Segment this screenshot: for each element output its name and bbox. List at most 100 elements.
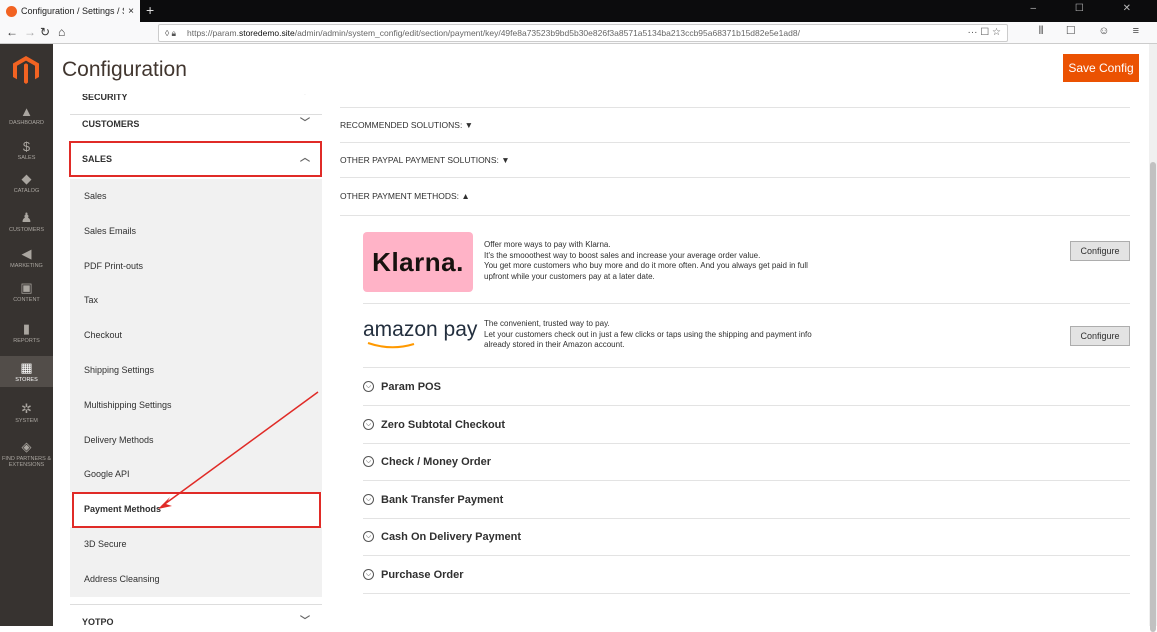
payment-section-label: Bank Transfer Payment: [381, 493, 504, 506]
other-payment-methods-toggle[interactable]: OTHER PAYMENT METHODS: ▲: [340, 178, 1130, 216]
nav-item-customers[interactable]: ♟ CUSTOMERS: [0, 206, 53, 237]
section-label: CUSTOMERS: [82, 119, 140, 129]
sales-item-multishipping-settings[interactable]: Multishipping Settings: [70, 387, 322, 423]
sales-icon: $: [22, 139, 31, 154]
magento-logo-icon[interactable]: [13, 56, 39, 84]
window-controls[interactable]: – ☐ ✕: [1031, 3, 1149, 14]
browser-nav-bar: ← → ↻ ⌂ ◊ 🔒︎ https://param.storedemo.sit…: [0, 22, 1157, 44]
klarna-row: Klarna. Offer more ways to pay with Klar…: [363, 216, 1130, 304]
payment-section-bank-transfer-payment[interactable]: ⌵ Bank Transfer Payment: [363, 481, 1130, 519]
sales-item-sales[interactable]: Sales: [70, 179, 322, 214]
sales-item-sales-emails[interactable]: Sales Emails: [70, 213, 322, 249]
section-label: SECURITY: [82, 94, 128, 102]
sales-item-google-api[interactable]: Google API: [70, 457, 322, 493]
nav-item-label: SYSTEM: [15, 418, 38, 424]
url-domain: storedemo.site: [238, 28, 295, 38]
url-bar[interactable]: ◊ 🔒︎ https://param.storedemo.site/admin/…: [158, 24, 1008, 42]
payment-section-label: Cash On Delivery Payment: [381, 531, 522, 544]
admin-sidebar: ▲ DASHBOARD $ SALES ◆ CATALOG ♟ CUSTOMERS ◀ MARKE…: [0, 44, 53, 626]
tab-title: Configuration / Settings / Store: [21, 6, 124, 16]
browser-tab-bar: Configuration / Settings / Store × + – ☐…: [0, 0, 1157, 22]
save-config-button[interactable]: Save Config: [1063, 54, 1139, 82]
payment-section-check-money-order[interactable]: ⌵ Check / Money Order: [363, 443, 1130, 482]
recommended-solutions-toggle[interactable]: RECOMMENDED SOLUTIONS: ▼: [340, 108, 1130, 143]
desc-line: already stored in their Amazon account.: [484, 340, 625, 349]
payment-methods-content: RECOMMENDED SOLUTIONS: ▼ OTHER PAYPAL PA…: [340, 94, 1130, 626]
klarna-configure-button[interactable]: Configure: [1070, 241, 1130, 261]
page-title: Configuration: [62, 58, 187, 81]
catalog-icon: ◆: [21, 171, 32, 186]
payment-section-param-pos[interactable]: ⌵ Param POS: [363, 368, 1130, 406]
section-yotpo[interactable]: YOTPO ﹀: [70, 604, 322, 626]
amazon-pay-row: amazon pay The convenient, trusted way t…: [363, 304, 1130, 368]
nav-item-sales[interactable]: $ SALES: [0, 135, 53, 165]
expand-circle-icon: ⌵: [363, 456, 374, 468]
sales-highlight-box: [69, 141, 322, 177]
chevron-down-icon: ﹀: [300, 118, 310, 129]
url-action-icons[interactable]: ··· ☐ ☆: [968, 25, 1001, 41]
marketing-icon: ◀: [21, 246, 32, 261]
desc-line: It's the smooothest way to boost sales a…: [484, 250, 761, 260]
nav-item-label: MARKETING: [10, 263, 43, 269]
sales-item-shipping-settings[interactable]: Shipping Settings: [70, 353, 322, 388]
new-tab-button[interactable]: +: [146, 2, 154, 18]
nav-item-label: SALES: [17, 155, 36, 161]
nav-item-label: REPORTS: [13, 338, 40, 344]
expand-circle-icon: ⌵: [363, 381, 374, 392]
nav-item-marketing[interactable]: ◀ MARKETING: [0, 242, 53, 273]
nav-item-find[interactable]: ◈ FIND PARTNERS & EXTENSIONS: [0, 435, 53, 472]
forward-icon[interactable]: →: [24, 25, 36, 39]
nav-item-label: CUSTOMERS: [8, 227, 45, 233]
nav-item-dashboard[interactable]: ▲ DASHBOARD: [0, 100, 53, 130]
payment-section-purchase-order[interactable]: ⌵ Purchase Order: [363, 556, 1130, 594]
stores-icon: ▦: [20, 360, 33, 375]
sales-item-checkout[interactable]: Checkout: [70, 318, 322, 354]
payment-section-zero-subtotal-checkout[interactable]: ⌵ Zero Subtotal Checkout: [363, 406, 1130, 444]
payment-section-label: Zero Subtotal Checkout: [381, 418, 506, 431]
payment-section-cash-on-delivery-payment[interactable]: ⌵ Cash On Delivery Payment: [363, 518, 1130, 557]
amazon-configure-button[interactable]: Configure: [1070, 326, 1130, 346]
toolbar-icons[interactable]: ⫴ ☐ ☺ ≡: [1039, 25, 1149, 38]
nav-item-label: DASHBOARD: [9, 120, 44, 126]
nav-item-label: CONTENT: [13, 297, 40, 303]
nav-item-label: FIND PARTNERS & EXTENSIONS: [2, 456, 51, 468]
sales-item-tax[interactable]: Tax: [70, 283, 322, 319]
sales-item-pdf-print-outs[interactable]: PDF Print-outs: [70, 248, 322, 284]
browser-tab[interactable]: Configuration / Settings / Store ×: [0, 0, 140, 22]
sales-item-address-cleansing[interactable]: Address Cleansing: [70, 561, 322, 597]
desc-line: Let your customers check out in just a f…: [484, 329, 812, 339]
back-icon[interactable]: ←: [6, 25, 18, 39]
home-icon[interactable]: ⌂: [58, 25, 65, 39]
nav-item-system[interactable]: ✲ SYSTEM: [0, 397, 53, 428]
nav-item-stores[interactable]: ▦ STORES: [0, 356, 53, 387]
amazon-description: The convenient, trusted way to pay. Let …: [484, 319, 812, 351]
chevron-down-icon: ﹀: [300, 616, 310, 626]
expand-circle-icon: ⌵: [363, 418, 374, 430]
reload-icon[interactable]: ↻: [40, 25, 50, 39]
section-customers[interactable]: CUSTOMERS ﹀: [70, 107, 322, 142]
amazon-pay-logo: amazon pay: [363, 318, 477, 354]
section-label: YOTPO: [82, 617, 114, 626]
customers-icon: ♟: [20, 210, 33, 225]
payment-section-label: Purchase Order: [381, 569, 464, 581]
find-icon: ◈: [21, 439, 32, 454]
amazon-smile-icon: [367, 342, 415, 349]
sales-item-3d-secure[interactable]: 3D Secure: [70, 527, 322, 562]
klarna-description: Offer more ways to pay with Klarna. It's…: [484, 240, 808, 282]
expand-circle-icon: ⌵: [363, 493, 374, 505]
page-scrollbar[interactable]: [1149, 44, 1157, 632]
sales-item-delivery-methods[interactable]: Delivery Methods: [70, 422, 322, 458]
other-paypal-toggle[interactable]: OTHER PAYPAL PAYMENT SOLUTIONS: ▼: [340, 143, 1130, 178]
tab-close-icon[interactable]: ×: [128, 6, 134, 17]
nav-item-reports[interactable]: ▮ REPORTS: [0, 317, 53, 348]
dashboard-icon: ▲: [20, 104, 33, 119]
system-icon: ✲: [21, 401, 32, 416]
nav-item-content[interactable]: ▣ CONTENT: [0, 276, 53, 307]
payment-methods-highlight-box: [72, 492, 321, 528]
scrollbar-thumb[interactable]: [1150, 162, 1156, 632]
nav-item-catalog[interactable]: ◆ CATALOG: [0, 167, 53, 198]
magento-favicon-icon: [6, 5, 17, 17]
desc-line: You get more customers who buy more and …: [484, 261, 808, 270]
nav-item-label: STORES: [15, 377, 38, 383]
desc-line: The convenient, trusted way to pay.: [484, 319, 610, 328]
